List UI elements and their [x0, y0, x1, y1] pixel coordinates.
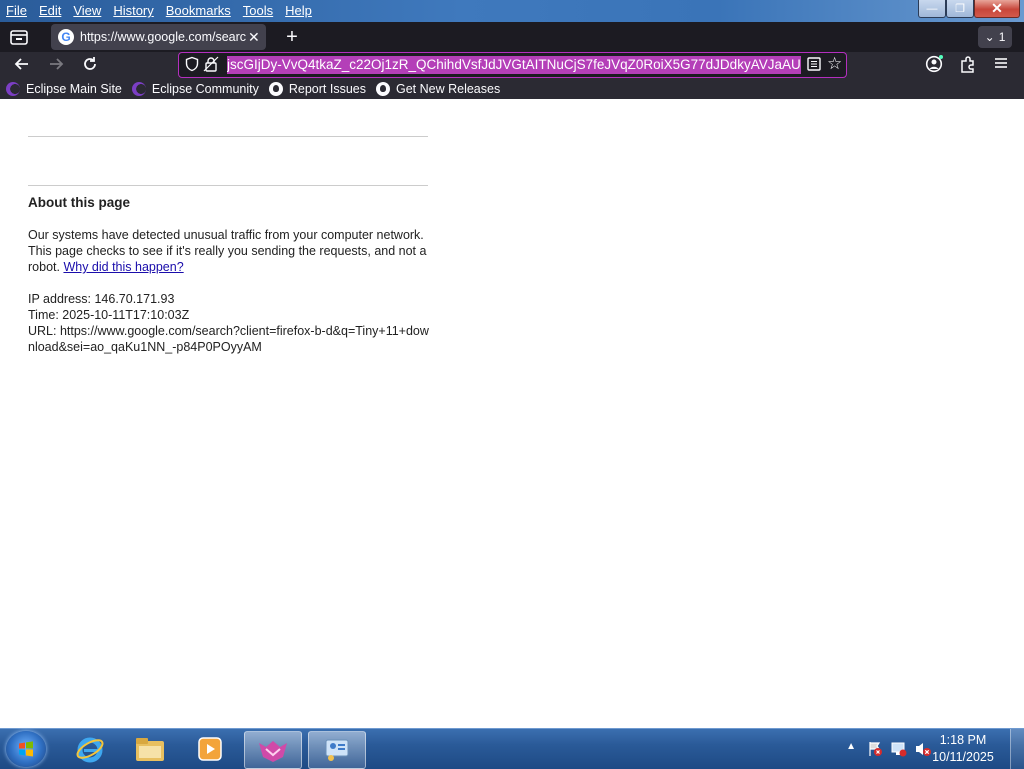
firefox-view-button[interactable] [7, 26, 31, 48]
menu-history[interactable]: History [107, 1, 159, 21]
new-tab-button[interactable]: + [280, 27, 304, 49]
title-bar: File Edit View History Bookmarks Tools H… [0, 0, 1024, 22]
close-window-button[interactable]: ✕ [974, 0, 1020, 18]
system-tray: ▲ 1:18 PM 10/11/2025 [824, 729, 1024, 769]
page-heading: About this page [28, 195, 130, 210]
internet-explorer-icon [76, 737, 104, 763]
eclipse-icon [6, 81, 20, 96]
action-center-flag-icon[interactable] [866, 740, 884, 758]
eclipse-icon [131, 81, 146, 96]
taskbar-media-player[interactable] [182, 731, 238, 767]
reader-view-icon[interactable] [806, 56, 822, 72]
request-time: Time: 2025-10-11T17:10:03Z [28, 308, 190, 322]
folder-icon [136, 738, 164, 761]
tab-count: 1 [998, 30, 1006, 44]
tab-close-icon[interactable]: ✕ [248, 29, 260, 46]
forward-button[interactable] [44, 55, 68, 75]
reload-button[interactable] [78, 55, 102, 75]
clock-date[interactable]: 10/11/2025 [923, 750, 1003, 764]
menu-bookmarks[interactable]: Bookmarks [160, 1, 237, 21]
github-icon [268, 81, 283, 96]
github-icon [375, 81, 390, 96]
menu-tools[interactable]: Tools [237, 1, 279, 21]
list-all-tabs-button[interactable]: ⌄ 1 [978, 26, 1012, 48]
bookmarks-toolbar: Eclipse Main Site Eclipse Community Repo… [0, 78, 1024, 99]
tracking-shield-icon[interactable] [184, 56, 200, 72]
reload-icon [84, 57, 96, 70]
page-content: About this page Our systems have detecte… [0, 99, 1024, 728]
bookmark-star-icon[interactable]: ☆ [827, 54, 842, 74]
windows-logo-icon [19, 741, 33, 757]
network-icon[interactable] [890, 740, 908, 758]
menu-bar: File Edit View History Bookmarks Tools H… [0, 0, 318, 22]
taskbar-firefox[interactable] [244, 731, 302, 769]
show-desktop-button[interactable] [1010, 729, 1024, 769]
media-player-icon [198, 737, 222, 761]
clock-time[interactable]: 1:18 PM [923, 733, 1003, 747]
bookmark-eclipse-community[interactable]: Eclipse Community [131, 81, 259, 96]
ip-address: IP address: 146.70.171.93 [28, 292, 175, 306]
address-bar[interactable]: jscGIjDy-VvQ4tkaZ_c22Oj1zR_QChihdVsfJdJV… [178, 52, 847, 78]
request-url: URL: https://www.google.com/search?clien… [28, 324, 429, 354]
window-controls: — ❐ ✕ [918, 0, 1020, 18]
show-hidden-icons-arrow-icon[interactable]: ▲ [846, 741, 856, 752]
control-panel-icon [325, 739, 349, 761]
account-icon[interactable] [924, 55, 944, 75]
google-favicon-icon: G [58, 29, 74, 45]
hamburger-menu-icon[interactable] [991, 55, 1011, 75]
tab-strip: G https://www.google.com/searcl ✕ + ⌄ 1 [0, 22, 1024, 52]
bookmark-eclipse-main-site[interactable]: Eclipse Main Site [6, 81, 122, 96]
lock-icon[interactable] [203, 56, 219, 72]
firefox-view-icon [10, 30, 28, 45]
firefox-icon [259, 741, 287, 762]
menu-view[interactable]: View [67, 1, 107, 21]
menu-edit[interactable]: Edit [33, 1, 67, 21]
tab-title: https://www.google.com/searcl [80, 30, 246, 44]
extensions-icon[interactable] [958, 55, 978, 75]
arrow-right-icon [50, 58, 64, 70]
taskbar-file-explorer[interactable] [122, 731, 178, 767]
divider [28, 185, 428, 186]
taskbar-control-panel[interactable] [308, 731, 366, 769]
menu-help[interactable]: Help [279, 1, 318, 21]
divider [28, 136, 428, 137]
minimize-button[interactable]: — [918, 0, 946, 18]
arrow-left-icon [14, 58, 28, 70]
bookmark-report-issues[interactable]: Report Issues [268, 81, 366, 96]
back-button[interactable] [10, 55, 34, 75]
restore-button[interactable]: ❐ [946, 0, 974, 18]
taskbar: ▲ 1:18 PM 10/11/2025 [0, 728, 1024, 769]
tab-google-search[interactable]: G https://www.google.com/searcl ✕ [51, 24, 266, 50]
taskbar-internet-explorer[interactable] [62, 731, 118, 767]
bookmark-get-new-releases[interactable]: Get New Releases [375, 81, 500, 96]
unusual-traffic-message: Our systems have detected unusual traffi… [28, 228, 427, 274]
why-did-this-happen-link[interactable]: Why did this happen? [63, 260, 183, 274]
nav-toolbar: jscGIjDy-VvQ4tkaZ_c22Oj1zR_QChihdVsfJdJV… [0, 52, 1024, 78]
menu-file[interactable]: File [0, 1, 33, 21]
chevron-down-icon: ⌄ [984, 30, 995, 44]
url-input[interactable]: jscGIjDy-VvQ4tkaZ_c22Oj1zR_QChihdVsfJdJV… [227, 56, 801, 74]
start-button[interactable] [6, 731, 46, 767]
